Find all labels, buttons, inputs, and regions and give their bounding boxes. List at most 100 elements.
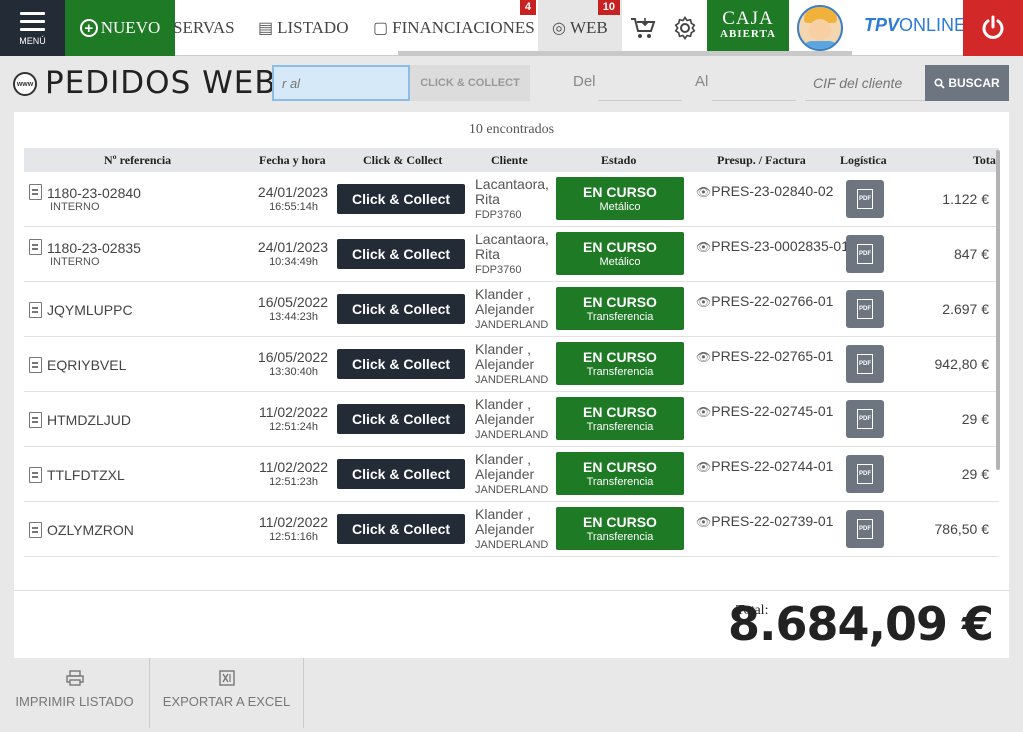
order-ref-sub: INTERNO (50, 201, 100, 213)
status-badge[interactable]: EN CURSO Transferencia (556, 452, 684, 495)
eye-icon: 👁 (696, 405, 712, 419)
buscar-button[interactable]: BUSCAR (925, 65, 1009, 101)
payment-method: Metálico (599, 256, 641, 268)
table-row[interactable]: EQRIYBVEL 16/05/2022 13:30:40h Click & C… (24, 337, 999, 392)
presupuesto-link[interactable]: 👁PRES-22-02765-01 (696, 348, 833, 364)
table-scrollbar[interactable] (996, 150, 1000, 470)
order-ref: OZLYMZRON (47, 522, 134, 538)
status-badge[interactable]: EN CURSO Transferencia (556, 397, 684, 440)
logout-power-button[interactable] (963, 0, 1023, 56)
click-collect-filter-button[interactable]: CLICK & COLLECT (410, 65, 530, 101)
client-code: FDP3760 (475, 209, 522, 221)
pdf-button[interactable]: PDF (846, 400, 884, 438)
power-icon (982, 15, 1004, 39)
web-badge: 10 (597, 0, 620, 15)
click-collect-button[interactable]: Click & Collect (337, 459, 465, 489)
print-list-button[interactable]: IMPRIMIR LISTADO (0, 658, 150, 728)
client-code: JANDERLAND (475, 484, 549, 496)
table-row[interactable]: TTLFDTZXL 11/02/2022 12:51:23h Click & C… (24, 447, 999, 502)
client-name-2: Alejander (475, 301, 535, 317)
tab-label: FINANCIACIONES (392, 18, 535, 37)
table-row[interactable]: JQYMLUPPC 16/05/2022 13:44:23h Click & C… (24, 282, 999, 337)
header-ref: Nº referencia (104, 153, 172, 167)
table-row[interactable]: OZLYMZRON 11/02/2022 12:51:16h Click & C… (24, 502, 999, 557)
order-time: 13:30:40h (269, 366, 318, 378)
nuevo-button[interactable]: + NUEVO (65, 0, 175, 56)
header-date: Fecha y hora (259, 153, 326, 167)
export-excel-button[interactable]: EXPORTAR A EXCEL (150, 658, 304, 728)
click-collect-button[interactable]: Click & Collect (337, 349, 465, 379)
presupuesto-link[interactable]: 👁PRES-22-02744-01 (696, 458, 833, 474)
client-code: JANDERLAND (475, 539, 549, 551)
presupuesto-link[interactable]: 👁PRES-23-0002835-01 (696, 238, 849, 254)
payment-method: Transferencia (586, 311, 654, 323)
user-avatar[interactable] (797, 5, 843, 51)
pdf-button[interactable]: PDF (846, 345, 884, 383)
presup-text: PRES-23-0002835-01 (711, 238, 849, 254)
status-badge[interactable]: EN CURSO Transferencia (556, 507, 684, 550)
presupuesto-link[interactable]: 👁PRES-23-02840-02 (696, 183, 833, 199)
financiaciones-badge: 4 (519, 0, 536, 15)
status-badge[interactable]: EN CURSO Transferencia (556, 342, 684, 385)
table-row[interactable]: 1180-23-02840 INTERNO 24/01/2023 16:55:1… (24, 172, 999, 227)
tab-label: SERVAS (173, 18, 235, 37)
cif-input[interactable] (805, 65, 925, 101)
order-total: 2.697 € (942, 301, 989, 317)
search-input[interactable] (272, 65, 410, 101)
client-name-2: Alejander (475, 466, 535, 482)
order-total: 29 € (961, 466, 989, 482)
pdf-button[interactable]: PDF (846, 235, 884, 273)
status-badge[interactable]: EN CURSO Metálico (556, 177, 684, 220)
caja-abierta-button[interactable]: CAJA ABIERTA (707, 0, 789, 52)
client-cell: Klander , Alejander JANDERLAND (475, 507, 555, 553)
order-time: 12:51:23h (269, 476, 318, 488)
status-badge[interactable]: EN CURSO Metálico (556, 232, 684, 275)
printer-icon (0, 670, 149, 694)
order-time: 16:55:14h (269, 201, 318, 213)
tab-financiaciones[interactable]: ▢ FINANCIACIONES 4 (368, 0, 538, 56)
click-collect-button[interactable]: Click & Collect (337, 514, 465, 544)
pdf-button[interactable]: PDF (846, 510, 884, 548)
client-code: FDP3760 (475, 264, 522, 276)
search-icon (934, 77, 945, 89)
click-collect-button[interactable]: Click & Collect (337, 294, 465, 324)
nuevo-label: NUEVO (100, 18, 161, 37)
table-row[interactable]: HTMDZLJUD 11/02/2022 12:51:24h Click & C… (24, 392, 999, 447)
plus-circle-icon: + (79, 19, 98, 37)
eye-icon: 👁 (696, 515, 712, 529)
client-cell: Klander , Alejander JANDERLAND (475, 342, 555, 388)
pdf-button[interactable]: PDF (846, 180, 884, 218)
client-name: Lacantaora, (475, 231, 549, 247)
order-date: 11/02/2022 (258, 514, 328, 530)
click-collect-button[interactable]: Click & Collect (337, 239, 465, 269)
click-collect-button[interactable]: Click & Collect (337, 404, 465, 434)
tab-listado[interactable]: ▤ LISTADO (258, 0, 348, 56)
status-badge[interactable]: EN CURSO Transferencia (556, 287, 684, 330)
settings-gear-icon[interactable] (668, 0, 702, 56)
order-ref: 1180-23-02835 (47, 240, 141, 256)
date-from-field[interactable] (598, 65, 682, 101)
client-name: Klander , (475, 341, 532, 357)
order-date: 11/02/2022 (258, 459, 328, 475)
status-text: EN CURSO (583, 184, 657, 200)
presupuesto-link[interactable]: 👁PRES-22-02745-01 (696, 403, 833, 419)
pdf-button[interactable]: PDF (846, 290, 884, 328)
client-code: JANDERLAND (475, 374, 549, 386)
presupuesto-link[interactable]: 👁PRES-22-02766-01 (696, 293, 833, 309)
cart-icon[interactable] (626, 0, 660, 56)
date-to-field[interactable] (712, 65, 796, 101)
tab-reservas[interactable]: SERVAS (173, 0, 235, 56)
presupuesto-link[interactable]: 👁PRES-22-02739-01 (696, 513, 833, 529)
pdf-button[interactable]: PDF (846, 455, 884, 493)
orders-table-body: 1180-23-02840 INTERNO 24/01/2023 16:55:1… (24, 172, 999, 557)
orders-panel: 10 encontrados Nº referencia Fecha y hor… (14, 112, 1009, 658)
table-row[interactable]: 1180-23-02835 INTERNO 24/01/2023 10:34:4… (24, 227, 999, 282)
tab-web[interactable]: ◎ WEB 10 (538, 0, 622, 56)
click-collect-button[interactable]: Click & Collect (337, 184, 465, 214)
eye-icon: 👁 (696, 295, 712, 309)
payment-method: Transferencia (586, 366, 654, 378)
pdf-icon: PDF (857, 189, 873, 209)
print-list-label: IMPRIMIR LISTADO (15, 694, 134, 709)
pdf-icon: PDF (857, 464, 873, 484)
menu-button[interactable]: MENÚ (0, 0, 65, 56)
